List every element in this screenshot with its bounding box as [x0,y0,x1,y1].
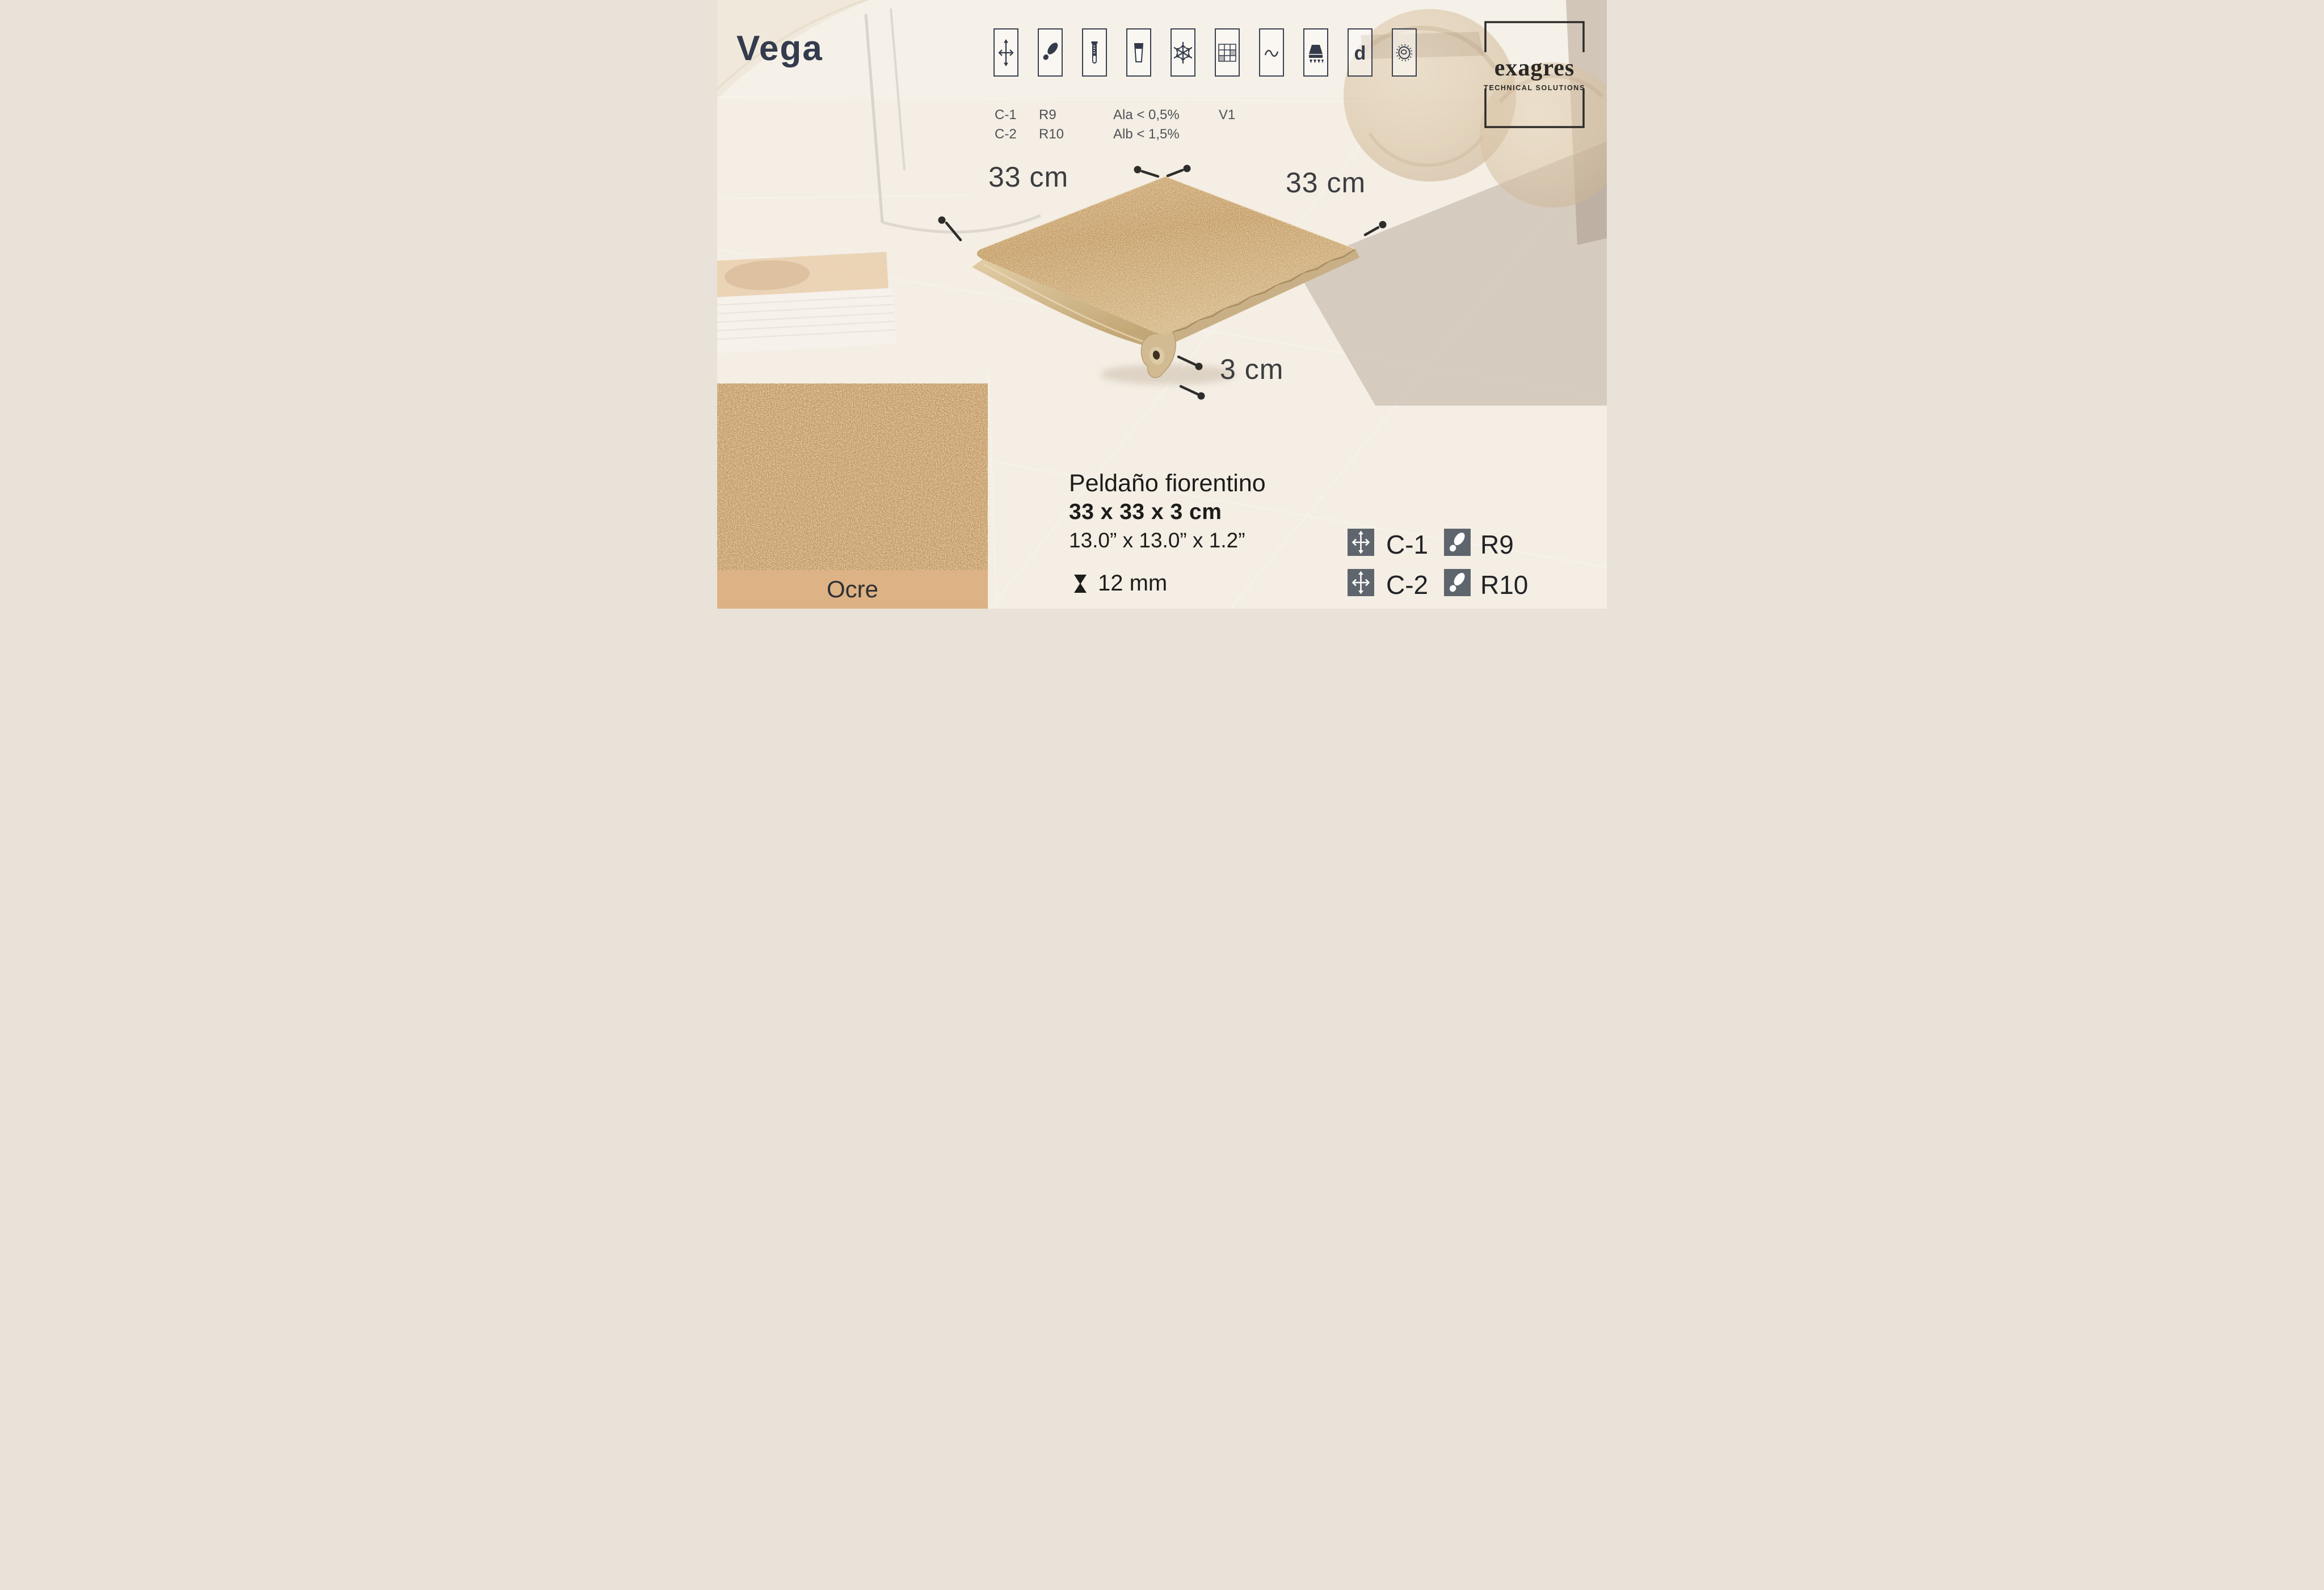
thickness-row: 12 mm [1073,571,1167,596]
expansion-joint-icon [993,28,1018,77]
frost-resistance-icon [1171,28,1195,77]
product-datasheet: Vega d C-1 C-2 R9 R10 Ala < 0,5% Alb < 1… [717,0,1607,609]
icon-label-col2: R9 R10 [1039,107,1064,142]
antibacterial-icon [1392,28,1417,77]
spec-r10-value: R10 [1480,570,1529,600]
shade-variation-icon [1215,28,1240,77]
color-swatch-label-bar: Ocre [717,570,988,609]
hourglass-icon [1074,574,1087,593]
slip-resistance-icon [1038,28,1063,77]
svg-text:d: d [1354,43,1366,64]
flexural-strength-icon [1259,28,1284,77]
dimension-width-label: 33 cm [988,161,1069,193]
icon-label-col3: Ala < 0,5% Alb < 1,5% [1113,107,1180,142]
chemical-resistance-icon [1126,28,1151,77]
expansion-badge-icon [1348,529,1374,556]
logo-tagline-text: TECHNICAL SOLUTIONS [1484,84,1585,92]
logo-brand-text: exagres [1494,55,1575,81]
spec-c1-value: C-1 [1386,530,1429,559]
color-swatch-name: Ocre [826,576,878,602]
dimension-thickness-label: 3 cm [1220,353,1284,385]
thickness-value: 12 mm [1098,571,1168,596]
slip-badge-icon [1444,529,1471,556]
color-swatch-texture [717,383,988,570]
extruded-tile-icon [1303,28,1328,77]
product-size-inches: 13.0” x 13.0” x 1.2” [1069,529,1245,552]
brand-logo: exagres TECHNICAL SOLUTIONS [1483,19,1586,130]
spec-c2-value: C-2 [1386,570,1429,600]
density-icon: d [1348,28,1372,77]
product-name: Peldaño fiorentino [1069,470,1266,497]
slip-badge-icon-2 [1444,569,1471,596]
product-info: Peldaño fiorentino 33 x 33 x 3 cm 13.0” … [1069,469,1266,555]
product-size-cm: 33 x 33 x 3 cm [1069,500,1222,524]
icon-label-col4: V1 [1219,107,1236,123]
expansion-badge-icon-2 [1348,569,1374,596]
dimension-depth-label: 33 cm [1286,167,1366,199]
icon-label-col1: C-1 C-2 [995,107,1017,142]
water-absorption-icon [1082,28,1107,77]
spec-r9-value: R9 [1480,530,1514,559]
page-title: Vega [736,29,823,68]
